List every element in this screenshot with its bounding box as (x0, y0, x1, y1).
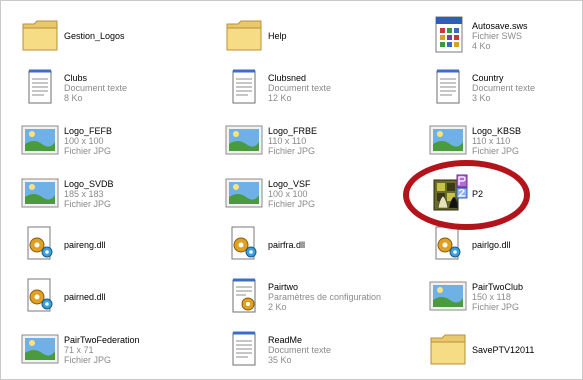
file-item-pairtwo[interactable]: Pairtwo Paramètres de configuration 2 Ko (204, 273, 394, 321)
image-dimensions: 100 x 100 (268, 189, 308, 199)
file-name: SavePTV12011 (472, 345, 535, 355)
file-name: Logo_VSF (268, 179, 311, 189)
file-type: Paramètres de configuration (268, 292, 382, 302)
file-item-country[interactable]: Country Document texte 3 Ko (408, 64, 583, 112)
file-name: Logo_FRBE (268, 126, 318, 136)
file-type: Document texte (472, 83, 536, 93)
file-item-pairtwofederation[interactable]: PairTwoFederation 71 x 71 Fichier JPG (0, 326, 190, 374)
jpg-image-icon (21, 178, 59, 208)
file-type: Fichier SWS (472, 31, 523, 41)
config-file-icon (232, 278, 256, 313)
jpg-image-icon (21, 334, 59, 364)
file-item-logo-kbsb[interactable]: Logo_KBSB 110 x 110 Fichier JPG (408, 117, 583, 165)
file-item-paireng-dll[interactable]: paireng.dll (0, 221, 190, 269)
image-dimensions: 150 x 118 (472, 292, 511, 302)
file-item-clubsned[interactable]: Clubsned Document texte 12 Ko (204, 64, 394, 112)
file-type: Document texte (268, 83, 332, 93)
file-item-clubs[interactable]: Clubs Document texte 8 Ko (0, 64, 190, 112)
file-name: pairlgo.dll (472, 240, 511, 250)
folder-icon (22, 20, 58, 51)
file-name: Autosave.sws (472, 21, 528, 31)
p2-application-icon (433, 174, 468, 211)
text-document-icon (232, 331, 256, 366)
image-dimensions: 185 x 183 (64, 189, 104, 199)
file-item-p2[interactable]: P2 (408, 170, 583, 218)
file-type: Fichier JPG (64, 355, 112, 365)
jpg-image-icon (429, 281, 467, 311)
file-size: 35 Ko (268, 355, 292, 365)
file-item-readme[interactable]: ReadMe Document texte 35 Ko (204, 326, 394, 374)
file-item-pairlgo-dll[interactable]: pairlgo.dll (408, 221, 583, 269)
file-item-logo-frbe[interactable]: Logo_FRBE 110 x 110 Fichier JPG (204, 117, 394, 165)
file-name: Gestion_Logos (64, 31, 125, 41)
file-name: Logo_KBSB (472, 126, 522, 136)
file-item-logo-fefb[interactable]: Logo_FEFB 100 x 100 Fichier JPG (0, 117, 190, 165)
image-dimensions: 71 x 71 (64, 345, 94, 355)
file-size: 8 Ko (64, 93, 83, 103)
folder-icon (430, 334, 466, 365)
file-item-pairned-dll[interactable]: pairned.dll (0, 273, 190, 321)
text-document-icon (28, 69, 52, 104)
file-name: ReadMe (268, 335, 303, 345)
file-type: Fichier JPG (472, 146, 520, 156)
file-type: Fichier JPG (268, 199, 316, 209)
file-name: Clubsned (268, 73, 307, 83)
jpg-image-icon (21, 125, 59, 155)
file-name: pairned.dll (64, 292, 106, 302)
jpg-image-icon (429, 125, 467, 155)
file-name: Logo_SVDB (64, 179, 114, 189)
text-document-icon (232, 69, 256, 104)
file-type: Fichier JPG (64, 199, 112, 209)
dll-file-icon (27, 278, 53, 312)
file-name: PairTwoFederation (64, 335, 140, 345)
dll-file-icon (231, 226, 257, 260)
file-name: Clubs (64, 73, 88, 83)
file-list: Gestion_Logos Help Autosave.sws Fichier … (0, 0, 583, 380)
file-name: Country (472, 73, 504, 83)
file-size: 4 Ko (472, 41, 491, 51)
file-name: Pairtwo (268, 282, 299, 292)
file-type: Fichier JPG (268, 146, 316, 156)
file-type: Fichier JPG (472, 302, 520, 312)
text-document-icon (436, 69, 460, 104)
file-item-logo-vsf[interactable]: Logo_VSF 100 x 100 Fichier JPG (204, 170, 394, 218)
image-dimensions: 110 x 110 (472, 136, 511, 146)
file-type: Document texte (268, 345, 332, 355)
file-item-logo-svdb[interactable]: Logo_SVDB 185 x 183 Fichier JPG (0, 170, 190, 218)
file-name: paireng.dll (64, 240, 106, 250)
image-dimensions: 100 x 100 (64, 136, 104, 146)
sws-file-icon (435, 16, 463, 53)
file-item-help[interactable]: Help (204, 12, 394, 60)
file-size: 3 Ko (472, 93, 491, 103)
file-name: P2 (472, 189, 484, 199)
file-item-gestion-logos[interactable]: Gestion_Logos (0, 12, 190, 60)
file-item-saveptv12011[interactable]: SavePTV12011 (408, 326, 583, 374)
file-name: PairTwoClub (472, 282, 524, 292)
dll-file-icon (27, 226, 53, 260)
jpg-image-icon (225, 178, 263, 208)
file-size: 2 Ko (268, 302, 287, 312)
file-name: Help (268, 31, 287, 41)
dll-file-icon (435, 226, 461, 260)
file-item-pairfra-dll[interactable]: pairfra.dll (204, 221, 394, 269)
file-item-autosave-sws[interactable]: Autosave.sws Fichier SWS 4 Ko (408, 12, 583, 60)
file-name: Logo_FEFB (64, 126, 113, 136)
file-type: Document texte (64, 83, 128, 93)
file-item-pairtwoclub[interactable]: PairTwoClub 150 x 118 Fichier JPG (408, 273, 583, 321)
jpg-image-icon (225, 125, 263, 155)
file-type: Fichier JPG (64, 146, 112, 156)
file-name: pairfra.dll (268, 240, 306, 250)
folder-icon (226, 20, 262, 51)
file-size: 12 Ko (268, 93, 292, 103)
image-dimensions: 110 x 110 (268, 136, 307, 146)
